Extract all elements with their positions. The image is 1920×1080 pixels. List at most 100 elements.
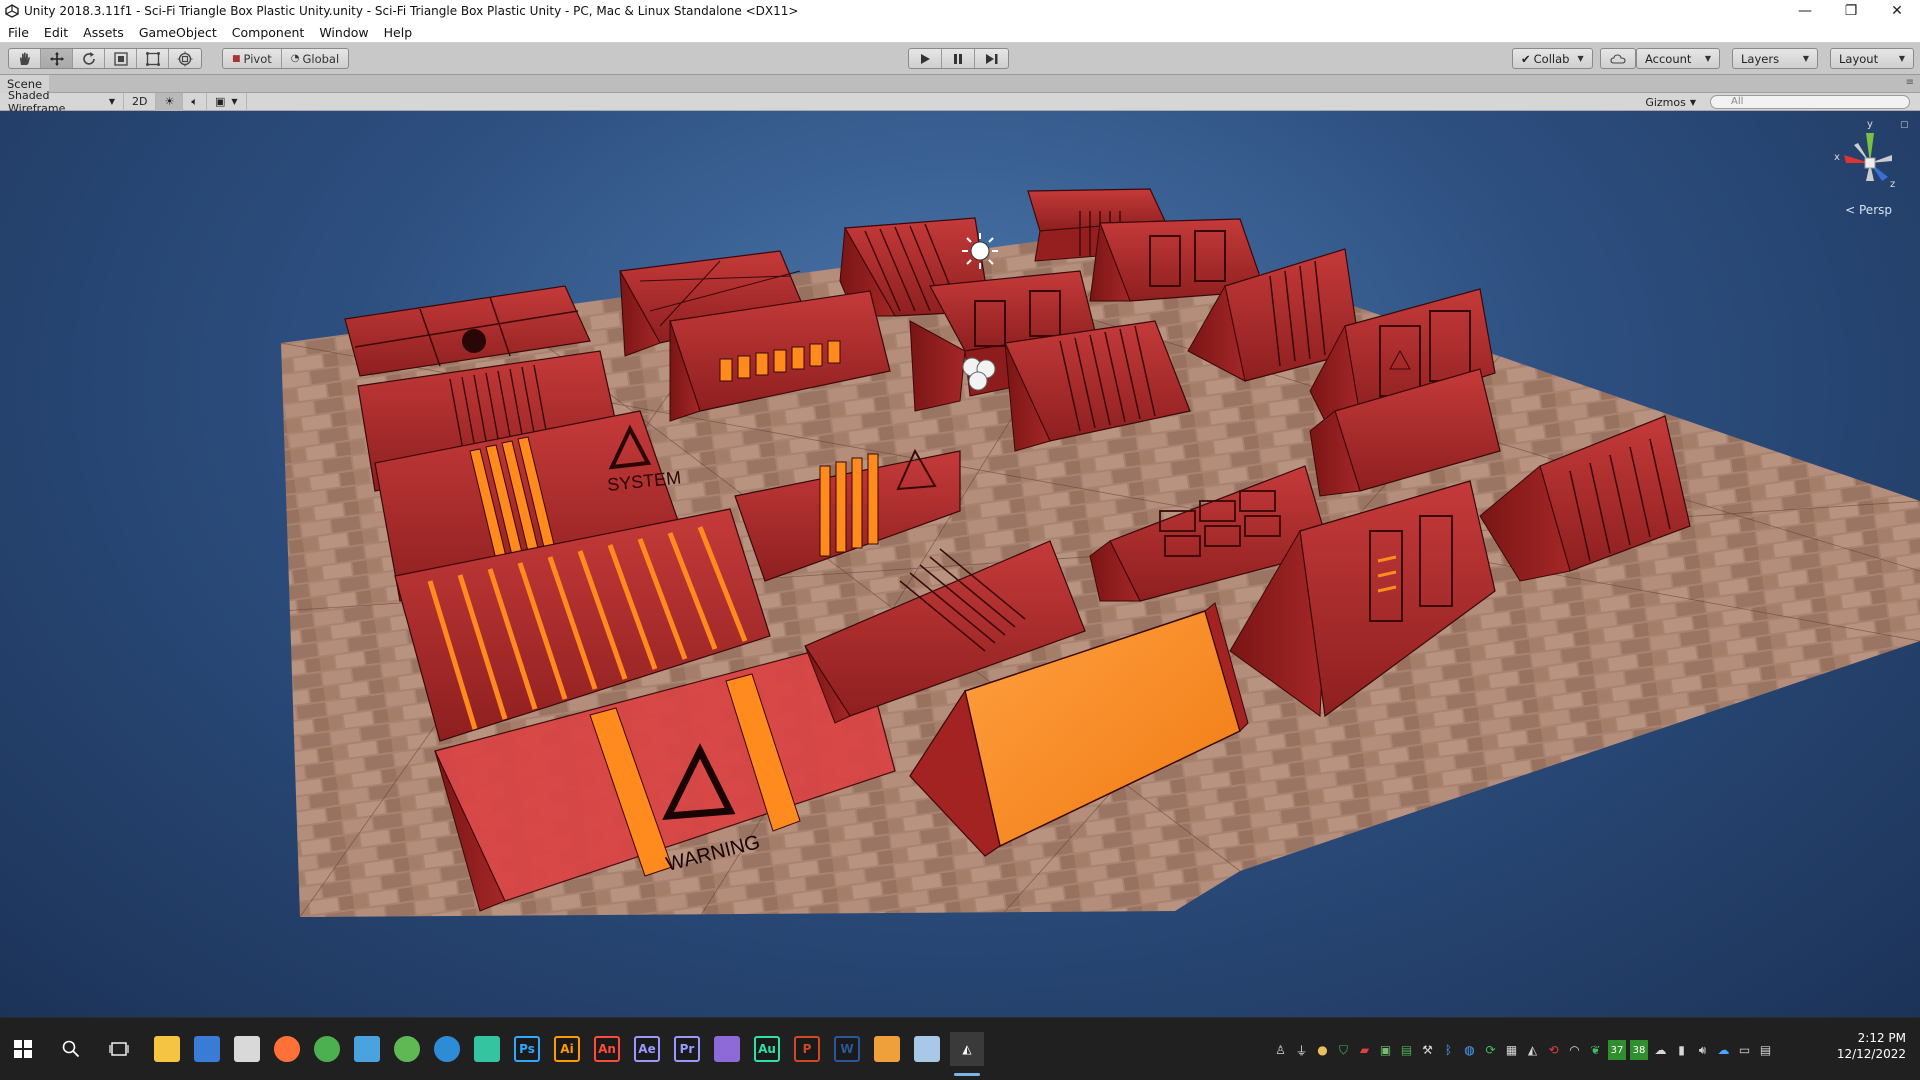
powerpoint-taskbar-button[interactable]: P xyxy=(790,1032,824,1066)
earth-taskbar-button[interactable] xyxy=(430,1032,464,1066)
dreamweaver-taskbar-button[interactable] xyxy=(470,1032,504,1066)
axis-y-label: y xyxy=(1867,119,1873,130)
shield-icon[interactable]: ⛉ xyxy=(1333,1040,1354,1060)
sublime-icon xyxy=(874,1036,900,1062)
premiere-taskbar-button[interactable]: Pr xyxy=(670,1032,704,1066)
menu-help[interactable]: Help xyxy=(376,25,420,40)
paint-taskbar-button[interactable] xyxy=(230,1032,264,1066)
onedrive-icon[interactable]: ☁ xyxy=(1713,1040,1734,1060)
audio-toggle[interactable]: 🔈︎ xyxy=(183,92,207,111)
animate-taskbar-button[interactable]: An xyxy=(590,1032,624,1066)
transform-tool-button[interactable] xyxy=(169,49,201,68)
check-icon: ✔ xyxy=(1521,51,1531,66)
scene-viewport[interactable]: SYSTEM WARNING y x z ▢ < Persp xyxy=(0,111,1920,1017)
layout-dropdown[interactable]: Layout ▼ xyxy=(1830,48,1914,69)
play-button[interactable] xyxy=(909,49,942,68)
acrobat-icon[interactable]: ◭ xyxy=(1522,1040,1543,1060)
person-icon[interactable]: ♙ xyxy=(1270,1040,1291,1060)
keyboard-icon[interactable]: ▦ xyxy=(1501,1040,1522,1060)
word-taskbar-button[interactable]: W xyxy=(830,1032,864,1066)
updater-icon[interactable]: ⟲ xyxy=(1543,1040,1564,1060)
menu-gameobject[interactable]: GameObject xyxy=(131,25,224,40)
monitor-icon[interactable]: ▣ xyxy=(1375,1040,1396,1060)
disk-icon[interactable]: ● xyxy=(1312,1040,1333,1060)
gizmos-dropdown[interactable]: Gizmos ▼ xyxy=(1639,93,1702,111)
file-explorer-icon xyxy=(154,1036,180,1062)
sublime-taskbar-button[interactable] xyxy=(870,1032,904,1066)
menu-window[interactable]: Window xyxy=(311,25,375,40)
cloud-button[interactable] xyxy=(1600,48,1636,69)
battery-icon[interactable]: ▭ xyxy=(1734,1040,1755,1060)
minimize-button[interactable]: — xyxy=(1782,0,1828,22)
account-dropdown[interactable]: Account ▼ xyxy=(1636,48,1720,69)
menu-component[interactable]: Component xyxy=(224,25,312,40)
maximize-button[interactable]: ❐ xyxy=(1828,0,1874,22)
start-button[interactable] xyxy=(6,1032,40,1066)
rect-tool-button[interactable] xyxy=(137,49,169,68)
tab-menu-icon[interactable]: ≡ xyxy=(1906,77,1914,88)
pause-button[interactable] xyxy=(942,49,975,68)
windows-logo-icon xyxy=(14,1040,32,1058)
menu-file[interactable]: File xyxy=(0,25,36,40)
app-blue-icon xyxy=(194,1036,220,1062)
clock[interactable]: 2:12 PM 12/12/2022 xyxy=(1837,1030,1906,1062)
file-explorer-taskbar-button[interactable] xyxy=(150,1032,184,1066)
menu-assets[interactable]: Assets xyxy=(75,25,131,40)
global-toggle[interactable]: ◔ Global xyxy=(282,49,348,68)
app-blue-taskbar-button[interactable] xyxy=(190,1032,224,1066)
powerpoint-icon: P xyxy=(794,1036,820,1062)
step-button[interactable] xyxy=(975,49,1008,68)
layers-dropdown[interactable]: Layers ▼ xyxy=(1732,48,1818,69)
firefox-taskbar-button[interactable] xyxy=(270,1032,304,1066)
globe-taskbar-button[interactable] xyxy=(390,1032,424,1066)
search-button[interactable] xyxy=(54,1032,88,1066)
search-app-taskbar-button[interactable] xyxy=(350,1032,384,1066)
chrome-taskbar-button[interactable] xyxy=(310,1032,344,1066)
hierarchy-search-input[interactable]: All xyxy=(1710,95,1910,109)
caret-down-icon: ▼ xyxy=(1704,54,1711,63)
close-button[interactable]: ✕ xyxy=(1874,0,1920,22)
unity-taskbar-button[interactable]: ◭ xyxy=(950,1032,984,1076)
cloud-tray-icon[interactable]: ☁ xyxy=(1650,1040,1671,1060)
scale-tool-button[interactable] xyxy=(105,49,137,68)
pdf-icon[interactable]: ▰ xyxy=(1354,1040,1375,1060)
notepad-taskbar-button[interactable] xyxy=(910,1032,944,1066)
wrench-icon[interactable]: ⚒ xyxy=(1417,1040,1438,1060)
usb-icon[interactable]: ⏚ xyxy=(1291,1040,1312,1060)
move-tool-button[interactable] xyxy=(41,49,73,68)
visual-studio-taskbar-button[interactable] xyxy=(710,1032,744,1066)
badge-38[interactable]: 38 xyxy=(1630,1040,1648,1060)
badge-37[interactable]: 37 xyxy=(1608,1040,1626,1060)
pivot-icon: ■ xyxy=(232,53,241,64)
rotate-tool-button[interactable] xyxy=(73,49,105,68)
after-effects-taskbar-button[interactable]: Ae xyxy=(630,1032,664,1066)
lighting-toggle[interactable]: ☀ xyxy=(156,92,184,111)
pivot-toggle[interactable]: ■ Pivot xyxy=(223,49,282,68)
caret-down-icon: ▼ xyxy=(1802,54,1809,63)
bluetooth-icon[interactable]: ᛒ xyxy=(1438,1040,1459,1060)
illustrator-taskbar-button[interactable]: Ai xyxy=(550,1032,584,1066)
shading-mode-dropdown[interactable]: Shaded Wireframe ▼ xyxy=(0,89,124,115)
effects-dropdown[interactable]: ▣ ▼ xyxy=(207,92,247,111)
notifications-icon[interactable]: ▤ xyxy=(1755,1040,1776,1060)
wifi-icon[interactable]: ◠ xyxy=(1564,1040,1585,1060)
mode-2d-toggle[interactable]: 2D xyxy=(124,92,157,111)
collab-dropdown[interactable]: ✔ Collab ▼ xyxy=(1512,48,1593,69)
persp-toggle[interactable]: < Persp xyxy=(1845,203,1892,217)
task-view-button[interactable] xyxy=(102,1032,136,1066)
excel-icon[interactable]: ▤ xyxy=(1396,1040,1417,1060)
hand-tool-button[interactable] xyxy=(9,49,41,68)
network-globe-icon[interactable]: ◍ xyxy=(1459,1040,1480,1060)
audition-taskbar-button[interactable]: Au xyxy=(750,1032,784,1066)
photoshop-taskbar-button[interactable]: Ps xyxy=(510,1032,544,1066)
rotate-icon xyxy=(82,51,95,65)
leaf-icon[interactable]: ❦ xyxy=(1585,1040,1606,1060)
device-icon[interactable]: ▮ xyxy=(1671,1040,1692,1060)
lock-icon[interactable]: ▢ xyxy=(1900,120,1909,130)
main-toolbar: ■ Pivot ◔ Global ✔ Collab ▼ Account ▼ La… xyxy=(0,43,1920,75)
menu-edit[interactable]: Edit xyxy=(36,25,75,40)
volume-icon[interactable]: 🔊︎ xyxy=(1692,1040,1713,1060)
earth-icon xyxy=(434,1036,460,1062)
sync-icon[interactable]: ⟳ xyxy=(1480,1040,1501,1060)
play-icon xyxy=(921,53,930,64)
